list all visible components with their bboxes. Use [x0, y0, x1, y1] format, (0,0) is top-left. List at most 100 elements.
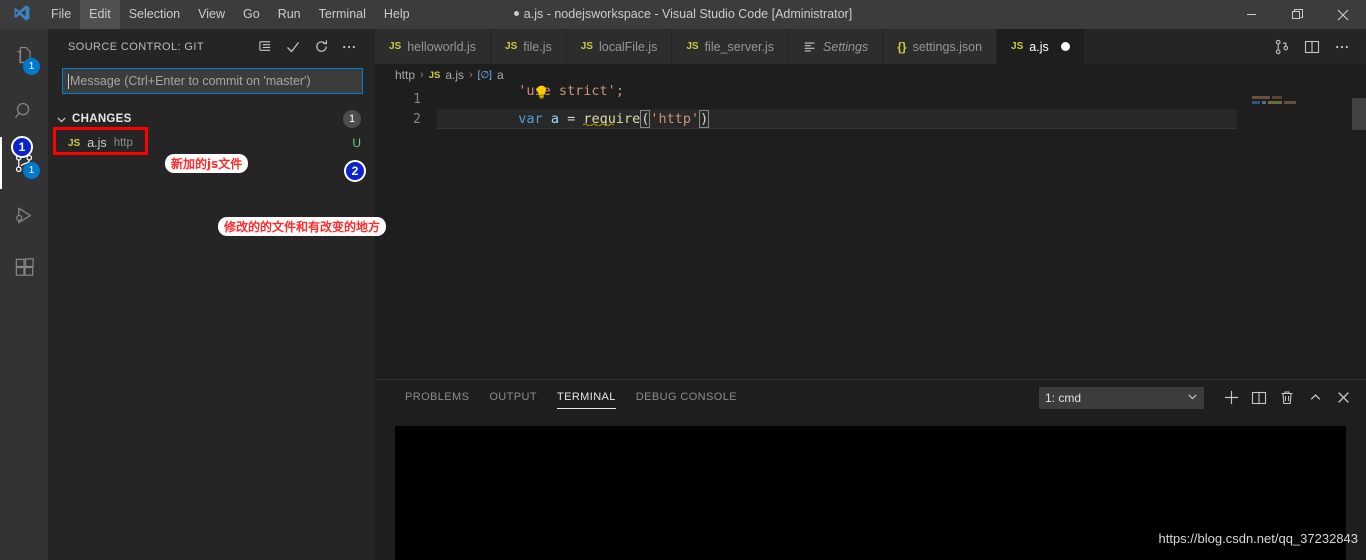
tab-problems[interactable]: PROBLEMS	[395, 380, 479, 415]
unsaved-dot-icon	[513, 11, 519, 17]
js-file-icon: JS	[1011, 41, 1024, 52]
annotation-circle-2: 2	[344, 160, 366, 182]
breadcrumb-separator: ›	[420, 69, 424, 81]
tab-debug-console[interactable]: DEBUG CONSOLE	[626, 380, 747, 415]
status-badge: U	[352, 136, 361, 150]
lightbulb-icon[interactable]	[437, 69, 546, 99]
split-editor-icon[interactable]	[1298, 29, 1326, 64]
code-line-2: 2 var a = require ('http')	[375, 109, 1366, 129]
scrollbar-thumb[interactable]	[1352, 98, 1366, 130]
restore-icon[interactable]	[1274, 0, 1320, 29]
close-icon[interactable]	[1330, 385, 1356, 411]
menu-go[interactable]: Go	[234, 0, 269, 29]
js-file-icon: JS	[389, 41, 402, 52]
menu-view[interactable]: View	[189, 0, 234, 29]
watermark: https://blog.csdn.net/qq_37232843	[1158, 531, 1359, 546]
tab-file-js[interactable]: JS file.js	[491, 29, 567, 64]
tab-label: helloworld.js	[407, 39, 477, 54]
minimap-content-icon	[1252, 96, 1296, 104]
editor-tabbar-actions	[1268, 29, 1366, 64]
tab-terminal[interactable]: TERMINAL	[547, 380, 626, 415]
tab-label: file.js	[523, 39, 552, 54]
explorer-badge: 1	[23, 58, 40, 75]
breadcrumb-item-folder[interactable]: http	[395, 68, 415, 82]
split-icon[interactable]	[1246, 385, 1272, 411]
changes-group-header[interactable]: CHANGES 1	[48, 108, 375, 130]
tab-label: file_server.js	[704, 39, 775, 54]
check-icon[interactable]	[279, 33, 307, 61]
tab-output[interactable]: OUTPUT	[479, 380, 547, 415]
extensions-icon	[15, 257, 34, 276]
changes-group-label: CHANGES	[72, 113, 132, 125]
activity-bar: 1 1 1	[0, 29, 48, 560]
tab-label: a.js	[1029, 39, 1049, 54]
editor-region: JS helloworld.js JS file.js JS localFile…	[375, 29, 1366, 560]
error-squiggle-icon	[583, 123, 615, 126]
annotation-note-changes: 修改的的文件和有改变的地方	[218, 217, 387, 236]
line-number: 2	[413, 111, 421, 127]
terminal-selector-value: 1: cmd	[1045, 390, 1082, 405]
menu-selection[interactable]: Selection	[120, 0, 189, 29]
sidebar-item-search[interactable]	[0, 85, 48, 137]
trash-icon[interactable]	[1274, 385, 1300, 411]
menu-edit[interactable]: Edit	[80, 0, 120, 29]
json-file-icon: {}	[897, 39, 907, 54]
vscode-logo-icon	[0, 0, 42, 29]
chevron-down-icon	[56, 114, 72, 125]
js-file-icon: JS	[580, 41, 593, 52]
close-icon[interactable]	[1320, 0, 1366, 29]
commit-message-input[interactable]: Message (Ctrl+Enter to commit on 'master…	[62, 68, 363, 94]
js-file-icon: JS	[505, 41, 518, 52]
window-title-text: a.js - nodejsworkspace - Visual Studio C…	[523, 7, 853, 21]
menu-file[interactable]: File	[42, 0, 80, 29]
panel-tab-bar: PROBLEMS OUTPUT TERMINAL DEBUG CONSOLE 1…	[375, 380, 1366, 415]
chevron-up-icon[interactable]	[1302, 385, 1328, 411]
tab-settings-json[interactable]: {} settings.json	[883, 29, 998, 64]
ellipsis-icon[interactable]	[1328, 29, 1356, 64]
commit-message-placeholder: Message (Ctrl+Enter to commit on 'master…	[70, 74, 311, 88]
tab-dirty-indicator-icon[interactable]	[1060, 42, 1070, 51]
minimap[interactable]	[1232, 86, 1352, 359]
menu-run[interactable]: Run	[269, 0, 310, 29]
js-file-icon: JS	[686, 41, 699, 52]
line-number: 1	[413, 91, 421, 107]
sidebar-item-run-and-debug[interactable]	[0, 189, 48, 241]
sidebar-header: SOURCE CONTROL: GIT	[48, 29, 375, 64]
tab-label: Settings	[823, 39, 869, 54]
tab-helloworld-js[interactable]: JS helloworld.js	[375, 29, 492, 64]
sidebar-actions	[251, 33, 375, 61]
sidebar-item-extensions[interactable]	[0, 241, 48, 293]
tab-settings[interactable]: Settings	[789, 29, 884, 64]
ellipsis-icon[interactable]	[335, 33, 363, 61]
tab-a-js[interactable]: JS a.js	[997, 29, 1085, 64]
sidebar-item-source-control[interactable]: 1 1	[0, 136, 48, 189]
editor-scrollbar[interactable]	[1352, 86, 1366, 359]
menu-help[interactable]: Help	[375, 0, 419, 29]
source-control-badge: 1	[23, 162, 40, 179]
sidebar-item-explorer[interactable]: 1	[0, 29, 48, 85]
editor-tab-bar: JS helloworld.js JS file.js JS localFile…	[375, 29, 1366, 64]
changes-count-badge: 1	[343, 110, 361, 128]
menu-terminal[interactable]: Terminal	[310, 0, 375, 29]
plus-icon[interactable]	[1218, 385, 1244, 411]
file-name: a.js	[87, 136, 107, 150]
tab-file-server-js[interactable]: JS file_server.js	[672, 29, 790, 64]
tab-localfile-js[interactable]: JS localFile.js	[566, 29, 673, 64]
minimize-icon[interactable]	[1228, 0, 1274, 29]
tab-label: settings.json	[912, 39, 983, 54]
refresh-icon[interactable]	[307, 33, 335, 61]
list-item[interactable]: JS a.js http U	[48, 132, 375, 154]
tab-label: localFile.js	[598, 39, 658, 54]
list-icon[interactable]	[251, 33, 279, 61]
git-compare-icon[interactable]	[1268, 29, 1296, 64]
window-controls[interactable]	[1228, 0, 1366, 29]
code-editor[interactable]: 1 'use strict'; 2 var a = require ('http…	[375, 83, 1366, 359]
file-path: http	[113, 137, 133, 149]
debug-icon	[15, 206, 31, 224]
panel-actions: 1: cmd	[1039, 380, 1356, 415]
sidebar-title: SOURCE CONTROL: GIT	[68, 40, 204, 53]
search-icon	[14, 102, 29, 118]
menu-bar[interactable]: File Edit Selection View Go Run Terminal…	[42, 0, 419, 29]
terminal-selector[interactable]: 1: cmd	[1039, 386, 1204, 409]
chevron-down-icon	[1187, 391, 1198, 405]
